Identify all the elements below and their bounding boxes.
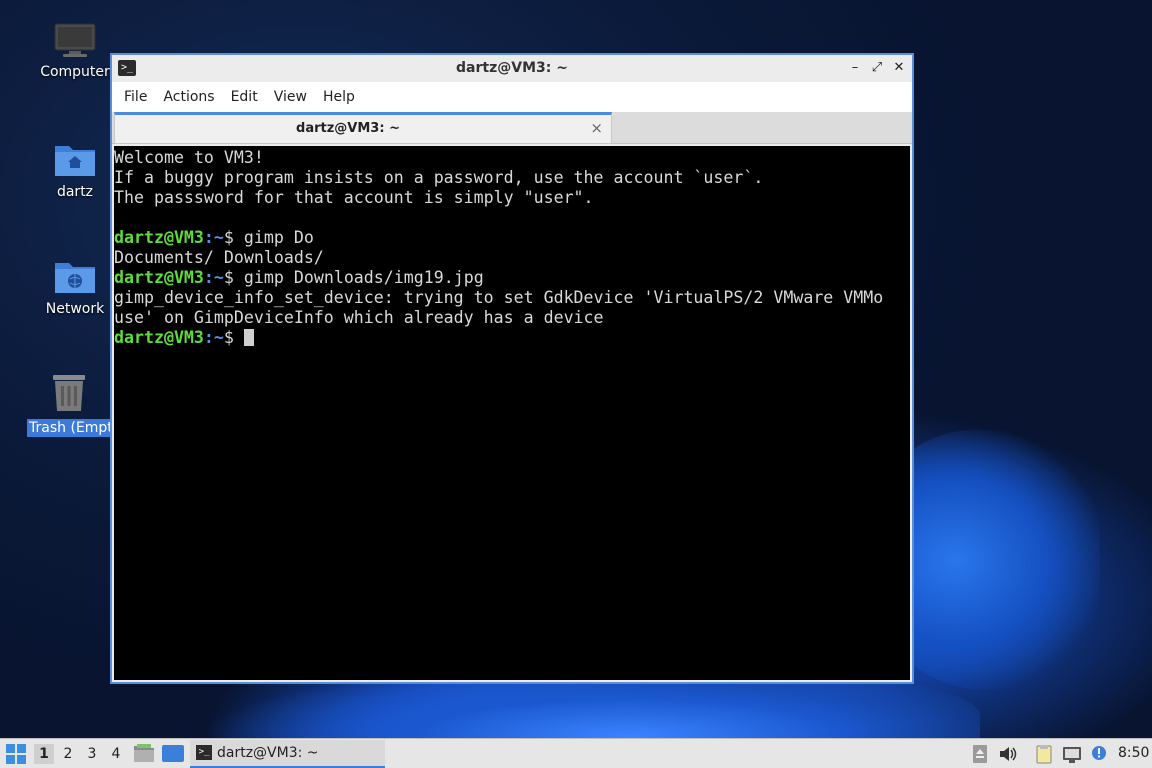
- desktop-icon-label: Network: [45, 301, 105, 317]
- text-cursor: [243, 329, 254, 346]
- menu-bar: File Actions Edit View Help: [112, 82, 912, 112]
- network-folder-icon: [55, 263, 95, 293]
- desktop-icon-label: Trash (Empt: [27, 419, 111, 437]
- terminal-line: gimp_device_info_set_device: trying to s…: [114, 288, 884, 307]
- start-grid-cell: [6, 744, 15, 753]
- terminal-line: dartz@VM3:~$ gimp Do: [114, 228, 910, 248]
- minimize-button[interactable]: –: [846, 59, 864, 77]
- window-title: dartz@VM3: ~: [456, 60, 568, 76]
- desktop-icon-computer[interactable]: Computer: [33, 22, 117, 80]
- desktop-icon-home[interactable]: dartz: [33, 140, 117, 200]
- clock[interactable]: 8:50: [1118, 745, 1149, 761]
- desktop-icon-label: Computer: [40, 64, 110, 80]
- desktop-icon-trash[interactable]: Trash (Empt: [27, 373, 111, 437]
- title-bar[interactable]: >_ dartz@VM3: ~ – ⤢ ✕: [112, 55, 912, 82]
- file-manager-icon[interactable]: [133, 743, 155, 763]
- desktop: Computer dartz Network Trash (Empt >_ da…: [0, 0, 1152, 738]
- start-grid-cell: [17, 755, 26, 764]
- menu-view[interactable]: View: [266, 89, 315, 105]
- clipboard-icon[interactable]: [1034, 744, 1054, 764]
- terminal-line: Welcome to VM3!: [114, 148, 264, 167]
- terminal-line: The passsword for that account is simply…: [114, 188, 594, 207]
- menu-file[interactable]: File: [116, 89, 155, 105]
- tab-terminal[interactable]: dartz@VM3: ~ ×: [114, 112, 612, 144]
- network-status-icon[interactable]: [1062, 744, 1082, 764]
- prompt-command: gimp Do: [233, 228, 314, 247]
- prompt-command: gimp Downloads/img19.jpg: [233, 268, 484, 287]
- terminal-window: >_ dartz@VM3: ~ – ⤢ ✕ File Actions Edit …: [110, 53, 914, 684]
- desktop-icon-network[interactable]: Network: [33, 257, 117, 317]
- prompt-separator: :: [203, 328, 214, 347]
- close-button[interactable]: ✕: [890, 59, 908, 77]
- workspace-1-button[interactable]: 1: [34, 744, 54, 764]
- prompt-separator: :: [203, 228, 214, 247]
- trash-icon: [53, 375, 85, 411]
- volume-icon[interactable]: [998, 744, 1018, 764]
- prompt-user-host: dartz@VM3: [114, 328, 204, 347]
- tab-bar: dartz@VM3: ~ ×: [112, 112, 912, 144]
- home-folder-icon: [55, 146, 95, 176]
- menu-help[interactable]: Help: [315, 89, 363, 105]
- terminal-line: Documents/ Downloads/: [114, 248, 324, 267]
- prompt-path: ~: [213, 268, 224, 287]
- prompt-symbol: $: [223, 268, 234, 287]
- computer-icon: [54, 23, 96, 57]
- prompt-symbol: $: [223, 228, 234, 247]
- prompt-path: ~: [213, 228, 224, 247]
- show-desktop-icon[interactable]: [162, 745, 184, 762]
- menu-edit[interactable]: Edit: [223, 89, 266, 105]
- terminal-line: If a buggy program insists on a password…: [114, 168, 764, 187]
- terminal-line: dartz@VM3:~$: [114, 328, 910, 348]
- prompt-command: [234, 328, 244, 347]
- prompt-separator: :: [203, 268, 214, 287]
- prompt-path: ~: [213, 328, 224, 347]
- terminal-task-icon: >_: [196, 745, 212, 760]
- maximize-button[interactable]: ⤢: [868, 59, 886, 77]
- prompt-user-host: dartz@VM3: [114, 268, 204, 287]
- start-grid-cell: [6, 755, 15, 764]
- workspace-2-button[interactable]: 2: [58, 744, 78, 764]
- notification-icon[interactable]: [1090, 744, 1110, 764]
- start-grid-cell: [17, 744, 26, 753]
- menu-actions[interactable]: Actions: [155, 89, 222, 105]
- taskbar: 1 2 3 4 >_ dartz@VM3: ~ 8:50: [0, 738, 1152, 768]
- taskbar-terminal-task[interactable]: >_ dartz@VM3: ~: [190, 740, 385, 768]
- tab-close-icon[interactable]: ×: [590, 119, 603, 137]
- prompt-symbol: $: [223, 328, 234, 347]
- tab-label: dartz@VM3: ~: [296, 121, 400, 136]
- task-label: dartz@VM3: ~: [217, 745, 319, 761]
- eject-icon[interactable]: [970, 744, 990, 764]
- prompt-user-host: dartz@VM3: [114, 228, 204, 247]
- start-menu-button[interactable]: [4, 742, 28, 766]
- desktop-icon-label: dartz: [56, 184, 94, 200]
- terminal-line: use' on GimpDeviceInfo which already has…: [114, 308, 604, 327]
- workspace-4-button[interactable]: 4: [106, 744, 126, 764]
- terminal-output[interactable]: Welcome to VM3! If a buggy program insist…: [114, 146, 910, 680]
- terminal-line: dartz@VM3:~$ gimp Downloads/img19.jpg: [114, 268, 910, 288]
- workspace-3-button[interactable]: 3: [82, 744, 102, 764]
